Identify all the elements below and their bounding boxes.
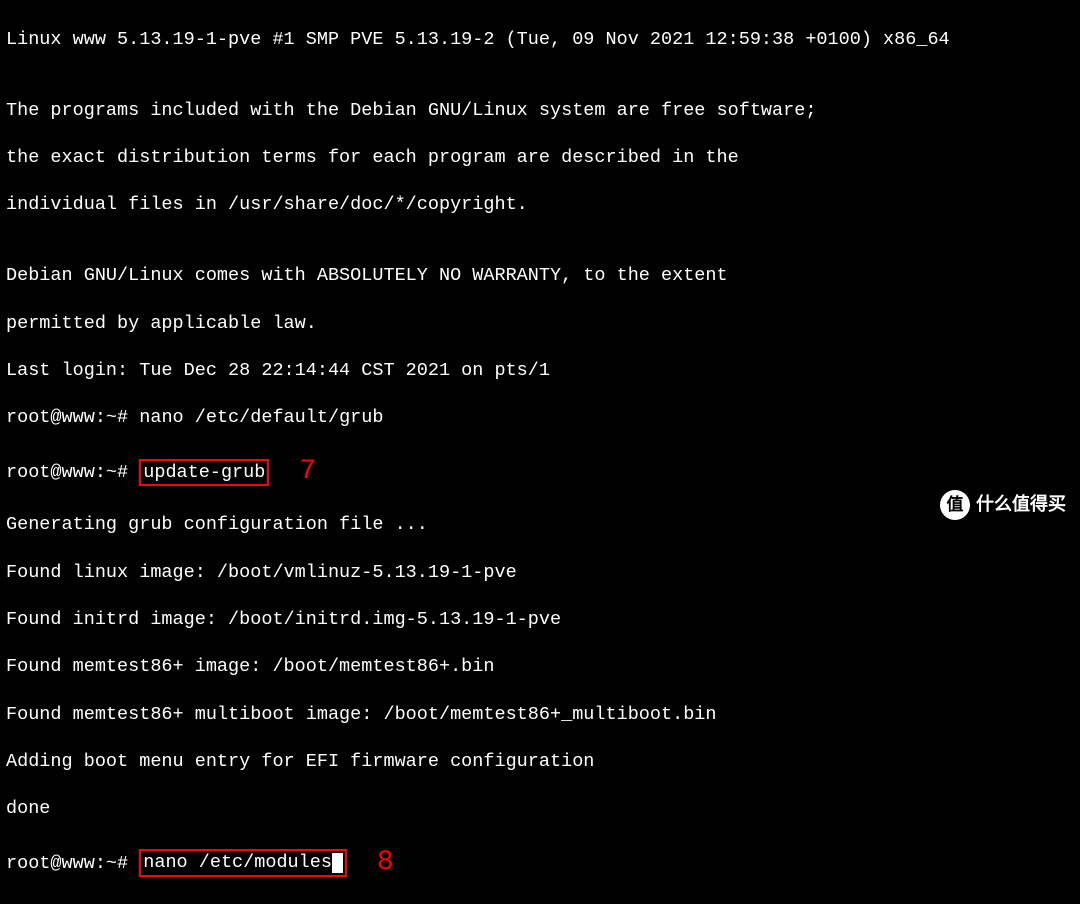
uname-line: Linux www 5.13.19-1-pve #1 SMP PVE 5.13.… [6, 28, 1074, 52]
last-login-line: Last login: Tue Dec 28 22:14:44 CST 2021… [6, 359, 1074, 383]
prompt: root@www:~# [6, 407, 139, 428]
watermark-logo-icon: 值 [940, 490, 970, 520]
command-line: root@www:~# nano /etc/modules 8 [6, 845, 1074, 881]
cursor [332, 853, 343, 873]
command-text: nano /etc/modules [143, 852, 332, 873]
motd-line: permitted by applicable law. [6, 312, 1074, 336]
terminal-output[interactable]: Linux www 5.13.19-1-pve #1 SMP PVE 5.13.… [6, 4, 1074, 904]
command-line: root@www:~# nano /etc/default/grub [6, 406, 1074, 430]
highlighted-command: update-grub [139, 459, 269, 487]
watermark-text: 什么值得买 [976, 493, 1066, 516]
command-line: root@www:~# update-grub 7 [6, 454, 1074, 490]
command-text: nano /etc/default/grub [139, 407, 383, 428]
output-line: Found memtest86+ image: /boot/memtest86+… [6, 655, 1074, 679]
annotation-8: 8 [377, 845, 394, 881]
highlighted-command: nano /etc/modules [139, 849, 347, 877]
output-line: done [6, 797, 1074, 821]
output-line: Generating grub configuration file ... [6, 513, 1074, 537]
prompt: root@www:~# [6, 852, 139, 873]
output-line: Found linux image: /boot/vmlinuz-5.13.19… [6, 561, 1074, 585]
motd-line: Debian GNU/Linux comes with ABSOLUTELY N… [6, 264, 1074, 288]
prompt: root@www:~# [6, 462, 139, 483]
watermark: 值 什么值得买 [940, 490, 1066, 520]
motd-line: The programs included with the Debian GN… [6, 99, 1074, 123]
motd-line: the exact distribution terms for each pr… [6, 146, 1074, 170]
motd-line: individual files in /usr/share/doc/*/cop… [6, 193, 1074, 217]
output-line: Found initrd image: /boot/initrd.img-5.1… [6, 608, 1074, 632]
output-line: Found memtest86+ multiboot image: /boot/… [6, 703, 1074, 727]
annotation-7: 7 [299, 454, 316, 490]
output-line: Adding boot menu entry for EFI firmware … [6, 750, 1074, 774]
